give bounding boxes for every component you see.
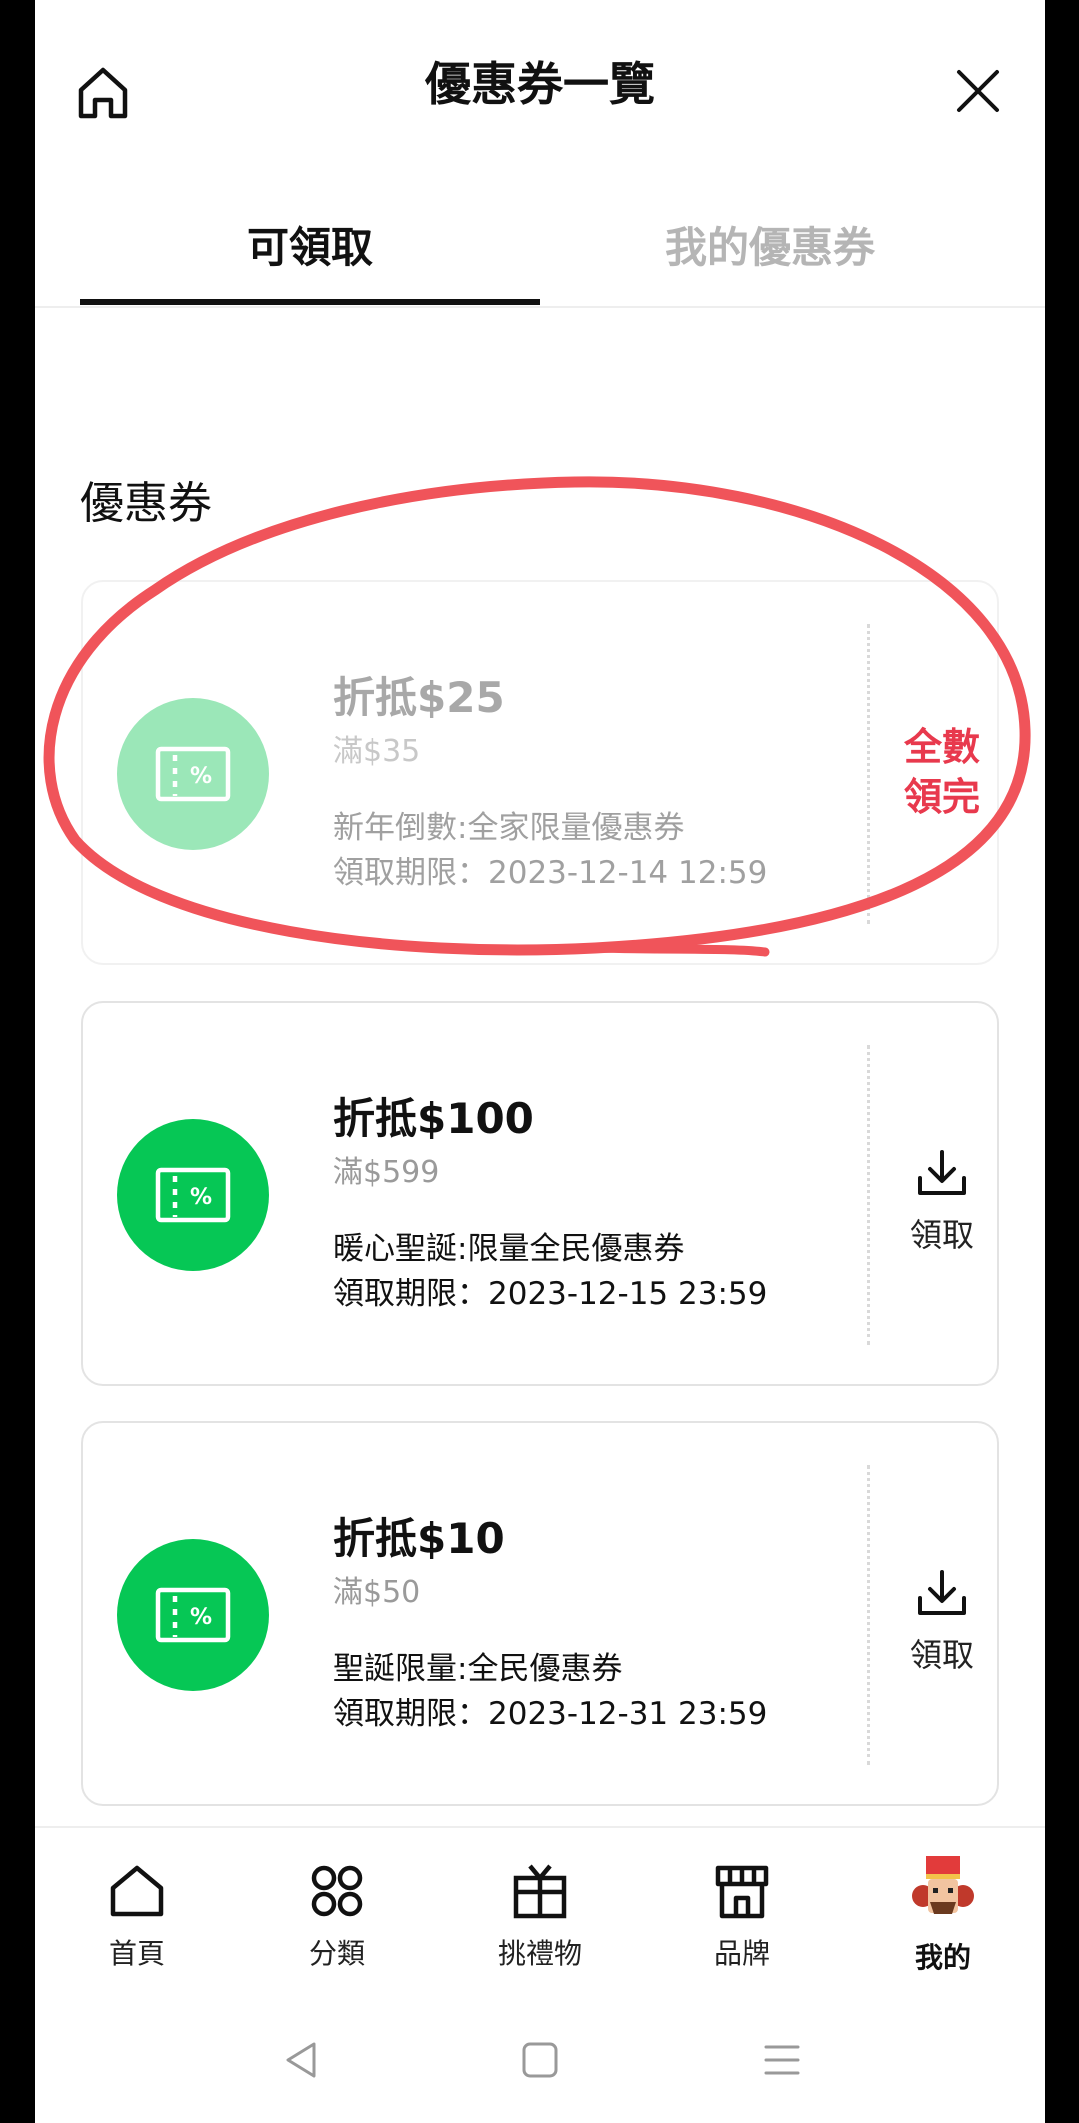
svg-text:%: %	[190, 1605, 212, 1630]
store-icon	[715, 1865, 769, 1919]
coupon-badge: %	[117, 698, 269, 850]
nav-item-brand[interactable]: 品牌	[672, 1862, 812, 1972]
section-title: 優惠券	[80, 478, 212, 529]
coupon-card[interactable]: % 折抵$25 滿$35 新年倒數:全家限量優惠券 領取期限：2023-12-1…	[81, 580, 999, 965]
nav-item-home[interactable]: 首頁	[67, 1862, 207, 1972]
coupon-badge: %	[117, 1119, 269, 1271]
nav-label: 我的	[914, 1941, 971, 1974]
tab-available[interactable]: 可領取	[80, 214, 540, 275]
bottom-nav: 首頁 分類 挑禮物 品牌 我的	[35, 1826, 1045, 1986]
nav-label: 首頁	[108, 1937, 165, 1970]
sold-out-status: 全數 領完	[883, 722, 1001, 822]
coupon-deadline: 領取期限：2023-12-31 23:59	[333, 1696, 768, 1732]
gift-icon	[513, 1864, 567, 1919]
coupon-amount: 折抵$25	[333, 673, 505, 722]
avatar-icon	[912, 1856, 974, 1914]
coupon-card[interactable]: % 折抵$100 滿$599 暖心聖誕:限量全民優惠券 領取期限：2023-12…	[81, 1001, 999, 1386]
coupon-minimum: 滿$50	[333, 1575, 421, 1610]
home-system-button[interactable]	[518, 2038, 562, 2082]
home-icon	[110, 1865, 164, 1917]
tab-bar: 可領取 我的優惠券	[35, 200, 1045, 308]
close-icon	[957, 70, 999, 112]
coupon-card[interactable]: % 折抵$10 滿$50 聖誕限量:全民優惠券 領取期限：2023-12-31 …	[81, 1421, 999, 1806]
coupon-ticket-icon: %	[155, 1167, 231, 1223]
sold-out-line-2: 領完	[903, 775, 980, 819]
coupon-ticket-icon: %	[155, 746, 231, 802]
coupon-description: 聖誕限量:全民優惠券	[333, 1651, 623, 1687]
grid-icon	[311, 1865, 363, 1917]
square-icon	[522, 2042, 558, 2078]
sold-out-line-1: 全數	[903, 725, 980, 769]
back-triangle-icon	[286, 2042, 316, 2078]
app-screen: 優惠券一覽 可領取 我的優惠券 優惠券 % 折抵$25 滿$35 新年倒數:全家…	[35, 0, 1045, 2123]
coupon-deadline: 領取期限：2023-12-14 12:59	[333, 855, 768, 891]
svg-text:%: %	[190, 1185, 212, 1210]
download-icon	[918, 1570, 966, 1615]
coupon-amount: 折抵$10	[333, 1514, 505, 1563]
nav-item-my[interactable]: 我的	[873, 1856, 1013, 1976]
coupon-minimum: 滿$599	[333, 1155, 440, 1190]
nav-label: 分類	[308, 1937, 365, 1970]
menu-lines-icon	[764, 2045, 800, 2075]
coupon-badge: %	[117, 1539, 269, 1691]
back-button[interactable]	[280, 2038, 324, 2082]
claim-button[interactable]: 領取	[883, 1148, 1001, 1256]
card-divider	[867, 624, 870, 924]
header: 優惠券一覽	[35, 0, 1045, 160]
coupon-ticket-icon: %	[155, 1587, 231, 1643]
card-divider	[867, 1465, 870, 1765]
coupon-amount: 折抵$100	[333, 1094, 534, 1143]
tab-my-coupons[interactable]: 我的優惠券	[540, 214, 1000, 275]
recents-button[interactable]	[760, 2038, 804, 2082]
nav-item-gift[interactable]: 挑禮物	[470, 1862, 610, 1972]
nav-label: 挑禮物	[497, 1937, 582, 1970]
claim-label: 領取	[909, 1636, 974, 1674]
nav-item-category[interactable]: 分類	[267, 1862, 407, 1972]
active-tab-indicator	[80, 299, 540, 305]
svg-text:%: %	[190, 764, 212, 789]
coupon-description: 暖心聖誕:限量全民優惠券	[333, 1231, 685, 1267]
system-nav-bar	[35, 1990, 1045, 2123]
close-button[interactable]	[953, 66, 1003, 116]
coupon-minimum: 滿$35	[333, 734, 421, 769]
card-divider	[867, 1045, 870, 1345]
claim-button[interactable]: 領取	[883, 1568, 1001, 1676]
nav-label: 品牌	[713, 1937, 770, 1970]
coupon-deadline: 領取期限：2023-12-15 23:59	[333, 1276, 768, 1312]
download-icon	[918, 1150, 966, 1195]
coupon-description: 新年倒數:全家限量優惠券	[333, 810, 685, 846]
claim-label: 領取	[909, 1216, 974, 1254]
page-title: 優惠券一覽	[425, 57, 655, 111]
